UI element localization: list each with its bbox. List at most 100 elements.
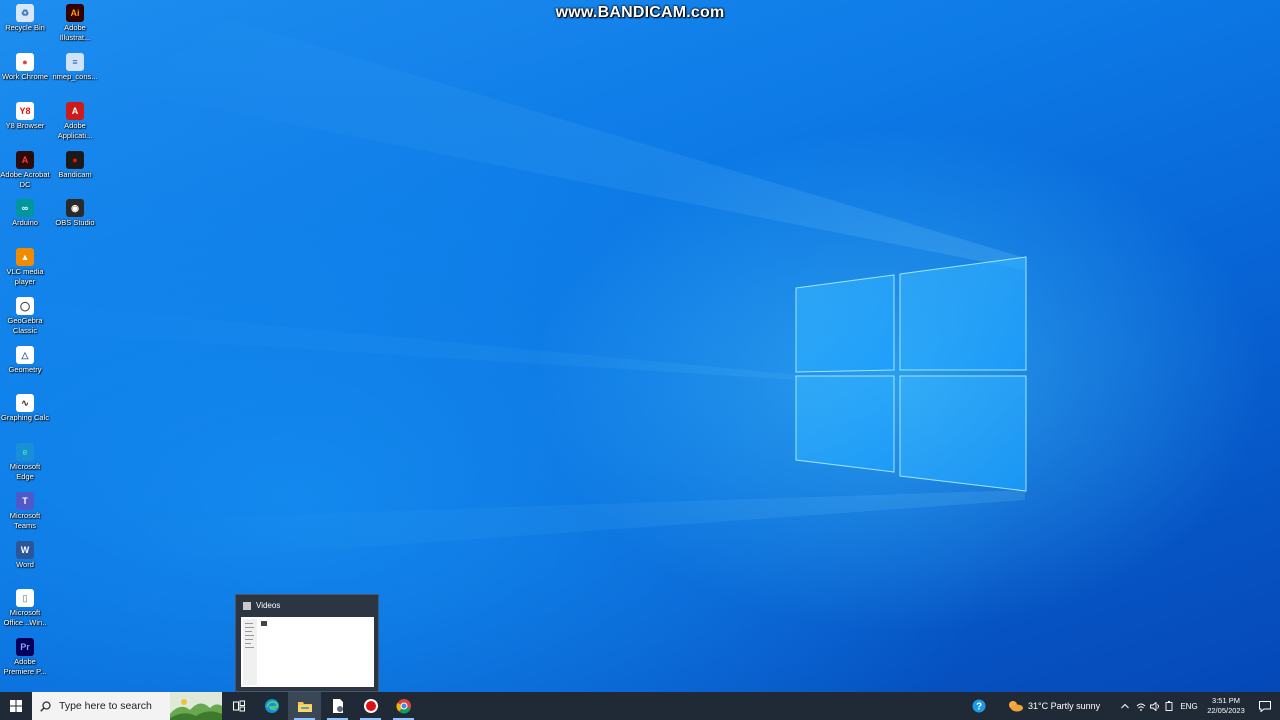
desktop-icon[interactable]: ∞ Arduino	[0, 199, 50, 228]
taskbar-thumbnail-preview[interactable]: Videos	[235, 594, 379, 692]
desktop-icon-label: nmep_cons...	[52, 72, 98, 81]
notifications-button[interactable]	[1250, 700, 1280, 712]
acrobat-icon: A	[16, 151, 34, 169]
desktop-icon[interactable]: Y8 Y8 Browser	[0, 102, 50, 131]
battery-icon	[1165, 701, 1173, 711]
clock-time: 3:51 PM	[1212, 696, 1240, 705]
svg-text:?: ?	[976, 702, 982, 713]
desktop-icon-label: Graphing Calc	[1, 413, 49, 422]
adobe-icon: A	[66, 102, 84, 120]
bandicam-watermark: www.BANDICAM.com	[555, 4, 725, 21]
bandicam-icon	[363, 699, 378, 713]
preview-window-thumbnail[interactable]	[241, 617, 374, 687]
file-explorer-icon	[297, 702, 312, 712]
document-icon	[332, 699, 343, 713]
desktop-icon-label: OBS Studio	[55, 218, 95, 227]
desktop-icon[interactable]: ▲ VLC media player	[0, 248, 50, 286]
help-icon: ?	[972, 699, 986, 713]
desktop-icon-label: Geometry	[8, 365, 42, 374]
desktop-icon-label: Y8 Browser	[5, 121, 45, 130]
desktop-icon[interactable]: T Microsoft Teams	[0, 492, 50, 530]
network-button[interactable]	[1134, 702, 1148, 711]
battery-button[interactable]	[1162, 701, 1176, 711]
windows-logo	[795, 256, 1027, 492]
desktop-icon[interactable]: ▯ Microsoft Office ..Win..	[0, 589, 50, 627]
adobe-illustrator-icon: Ai	[66, 4, 84, 22]
desktop-icon-label: Arduino	[12, 218, 38, 227]
desktop-icon[interactable]: A Adobe Applicati...	[50, 102, 100, 140]
system-tray: ? 31°C Partly sunny ENG 3:51 PM 22/05/20…	[964, 692, 1280, 720]
language-indicator[interactable]: ENG	[1176, 702, 1202, 711]
search-highlight-icon	[170, 692, 222, 720]
partly-sunny-icon	[1009, 701, 1023, 712]
bandicam-icon: ●	[66, 151, 84, 169]
y8-browser-icon: Y8	[16, 102, 34, 120]
desktop-icon-label: Word	[16, 560, 34, 569]
task-view-button[interactable]	[222, 692, 255, 720]
clock[interactable]: 3:51 PM 22/05/2023	[1202, 696, 1250, 716]
task-view-icon	[232, 700, 245, 712]
taskbar-search-box[interactable]: Type here to search	[32, 692, 222, 720]
desktop-icon-label: Adobe Premiere P...	[3, 657, 47, 676]
taskbar-chrome-button[interactable]	[387, 692, 420, 720]
obs-icon: ◉	[66, 199, 84, 217]
taskbar-bandicam-button[interactable]	[354, 692, 387, 720]
taskbar-document-button[interactable]	[321, 692, 354, 720]
wifi-icon	[1136, 703, 1146, 711]
desktop-icon[interactable]: △ Geometry	[0, 346, 50, 375]
desktop-icon-label: Bandicam	[58, 170, 92, 179]
search-icon	[40, 700, 51, 712]
vlc-icon: ▲	[16, 248, 34, 266]
chevron-up-icon	[1121, 703, 1129, 709]
desktop-icon-label: Microsoft Edge	[9, 462, 41, 481]
desktop: www.BANDICAM.com ♻ Recycle Bin Ai Adobe Ill…	[0, 0, 1280, 692]
arduino-icon: ∞	[16, 199, 34, 217]
desktop-icon[interactable]: Pr Adobe Premiere P...	[0, 638, 50, 676]
desktop-icon[interactable]: ≡ nmep_cons...	[50, 53, 100, 82]
edge-icon: e	[16, 443, 34, 461]
desktop-icon[interactable]: ∿ Graphing Calc	[0, 394, 50, 423]
weather-widget[interactable]: 31°C Partly sunny	[1006, 699, 1116, 713]
desktop-icon-label: Work Chrome	[1, 72, 49, 81]
desktop-icon-label: Adobe Applicati...	[57, 121, 93, 140]
thumbnail-content	[243, 619, 267, 685]
windows-start-icon	[10, 700, 22, 712]
desktop-icon-label: GeoGebra Classic	[7, 316, 43, 335]
desktop-icon-label: Adobe Illustrat...	[59, 23, 91, 42]
file-icon: ≡	[66, 53, 84, 71]
desktop-icon-label: VLC media player	[6, 267, 44, 286]
search-placeholder: Type here to search	[59, 700, 152, 712]
chrome-icon	[395, 699, 411, 714]
desktop-icon[interactable]: Ai Adobe Illustrat...	[50, 4, 100, 42]
teams-icon: T	[16, 492, 34, 510]
desktop-icon[interactable]: e Microsoft Edge	[0, 443, 50, 481]
desktop-icon-label: Microsoft Teams	[9, 511, 41, 530]
graphing-calc-icon: ∿	[16, 394, 34, 412]
clock-date: 22/05/2023	[1207, 706, 1245, 715]
start-button[interactable]	[0, 692, 32, 720]
speaker-icon	[1150, 701, 1159, 711]
desktop-icon[interactable]: W Word	[0, 541, 50, 570]
preview-title: Videos	[256, 601, 281, 610]
folder-icon	[243, 602, 251, 610]
desktop-icon[interactable]: ♻ Recycle Bin	[0, 4, 50, 33]
desktop-icon[interactable]: ◯ GeoGebra Classic	[0, 297, 50, 335]
weather-text: 31°C Partly sunny	[1028, 701, 1101, 711]
taskbar: Type here to search ? 31°C Partly sunny …	[0, 692, 1280, 720]
geometry-icon: △	[16, 346, 34, 364]
help-button[interactable]: ?	[964, 699, 994, 713]
taskbar-file-explorer-button[interactable]	[288, 692, 321, 720]
premiere-icon: Pr	[16, 638, 34, 656]
taskbar-edge-button[interactable]	[255, 692, 288, 720]
chrome-icon: ●	[16, 53, 34, 71]
desktop-icon-label: Adobe Acrobat DC	[0, 170, 50, 189]
recycle-bin-icon: ♻	[16, 4, 34, 22]
show-hidden-icons-button[interactable]	[1116, 703, 1134, 709]
desktop-icon[interactable]: ● Work Chrome	[0, 53, 50, 82]
notification-icon	[1259, 700, 1271, 712]
desktop-icon-label: Recycle Bin	[5, 23, 45, 32]
desktop-icon[interactable]: A Adobe Acrobat DC	[0, 151, 50, 189]
desktop-icon[interactable]: ◉ OBS Studio	[50, 199, 100, 228]
volume-button[interactable]	[1148, 701, 1162, 711]
desktop-icon[interactable]: ● Bandicam	[50, 151, 100, 180]
